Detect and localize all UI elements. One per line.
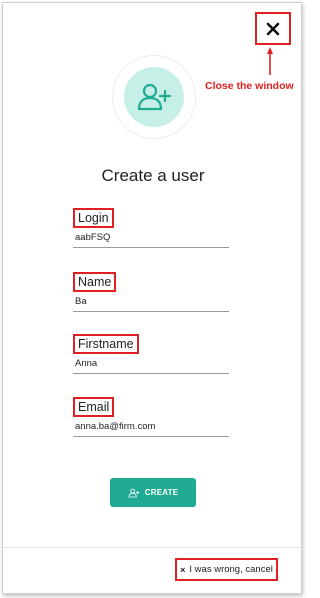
- avatar: [112, 55, 196, 139]
- firstname-label: Firstname: [73, 334, 139, 354]
- login-input[interactable]: [73, 232, 229, 248]
- name-label: Name: [73, 272, 117, 292]
- login-field-group: Login: [73, 208, 229, 248]
- cancel-label: I was wrong, cancel: [189, 564, 273, 575]
- name-input[interactable]: [73, 296, 229, 312]
- firstname-input[interactable]: [73, 358, 229, 374]
- create-button-label: CREATE: [144, 488, 179, 497]
- close-annotation: Close the window: [205, 80, 294, 92]
- avatar-circle: [124, 67, 184, 127]
- page-title: Create a user: [101, 166, 205, 185]
- create-button[interactable]: CREATE: [110, 478, 196, 507]
- footer-divider: [3, 547, 302, 548]
- email-field-group: Email: [73, 397, 229, 437]
- name-field-group: Name: [73, 272, 229, 312]
- email-input[interactable]: [73, 421, 229, 437]
- user-plus-icon: [128, 488, 140, 497]
- email-label: Email: [73, 397, 115, 417]
- close-icon: [266, 22, 280, 35]
- close-button[interactable]: [255, 12, 291, 45]
- login-label: Login: [73, 208, 114, 228]
- close-icon: ×: [180, 564, 186, 575]
- firstname-field-group: Firstname: [73, 334, 229, 374]
- user-plus-icon: [137, 83, 171, 111]
- annotation-arrow-icon: [267, 47, 273, 75]
- cancel-button[interactable]: × I was wrong, cancel: [175, 558, 278, 581]
